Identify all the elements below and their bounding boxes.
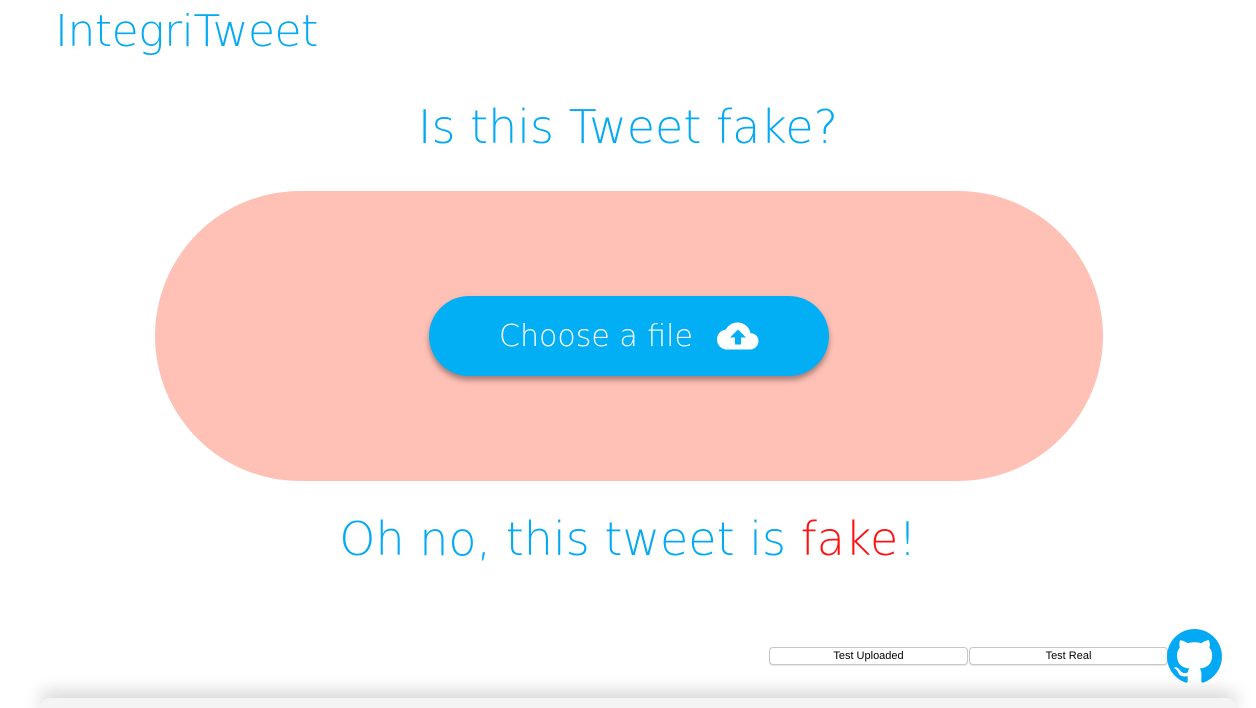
test-uploaded-button[interactable]: Test Uploaded (769, 647, 968, 665)
result-prefix: Oh no, this tweet is (339, 512, 801, 566)
page: IntegriTweet Is this Tweet fake? Choose … (0, 0, 1256, 708)
choose-file-label: Choose a file (499, 318, 693, 354)
github-icon[interactable] (1167, 629, 1222, 684)
cloud-upload-icon (716, 322, 759, 350)
page-question: Is this Tweet fake? (417, 100, 839, 154)
test-real-button[interactable]: Test Real (969, 647, 1168, 665)
app-title: IntegriTweet (55, 6, 318, 57)
result-suffix: ! (898, 512, 917, 566)
bottom-panel-edge (40, 698, 1236, 708)
result-message: Oh no, this tweet is fake! (0, 512, 1256, 566)
choose-file-button[interactable]: Choose a file (429, 296, 829, 376)
result-verdict: fake (800, 512, 899, 566)
